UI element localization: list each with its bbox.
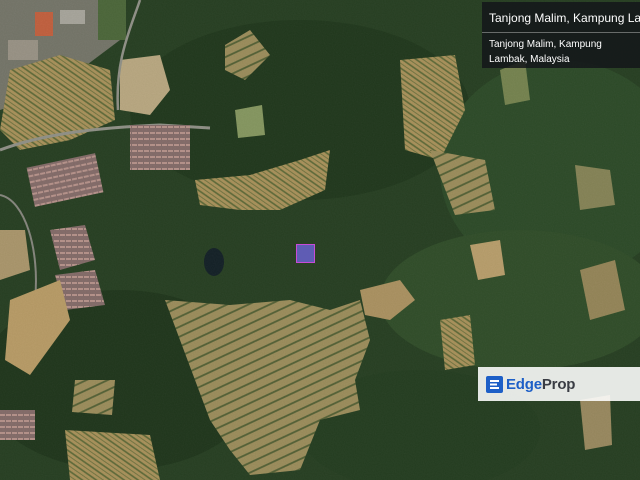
location-title: Tanjong Malim, Kampung Lambak, Ma [489,11,640,25]
edgeprop-watermark: EdgeProp [478,367,640,401]
location-info-panel: Tanjong Malim, Kampung Lambak, Ma Tanjon… [482,2,640,68]
terrain-texture [0,0,640,480]
property-location-marker[interactable] [296,244,315,263]
edgeprop-e-icon [486,375,503,393]
satellite-map[interactable] [0,0,640,480]
brand-name: EdgeProp [506,376,575,393]
location-address: Tanjong Malim, Kampung Lambak, Malaysia [489,39,602,65]
brand-edge: Edge [506,375,542,393]
info-divider [482,32,640,33]
map-view[interactable]: Tanjong Malim, Kampung Lambak, Ma Tanjon… [0,0,640,480]
brand-prop: Prop [541,375,576,393]
